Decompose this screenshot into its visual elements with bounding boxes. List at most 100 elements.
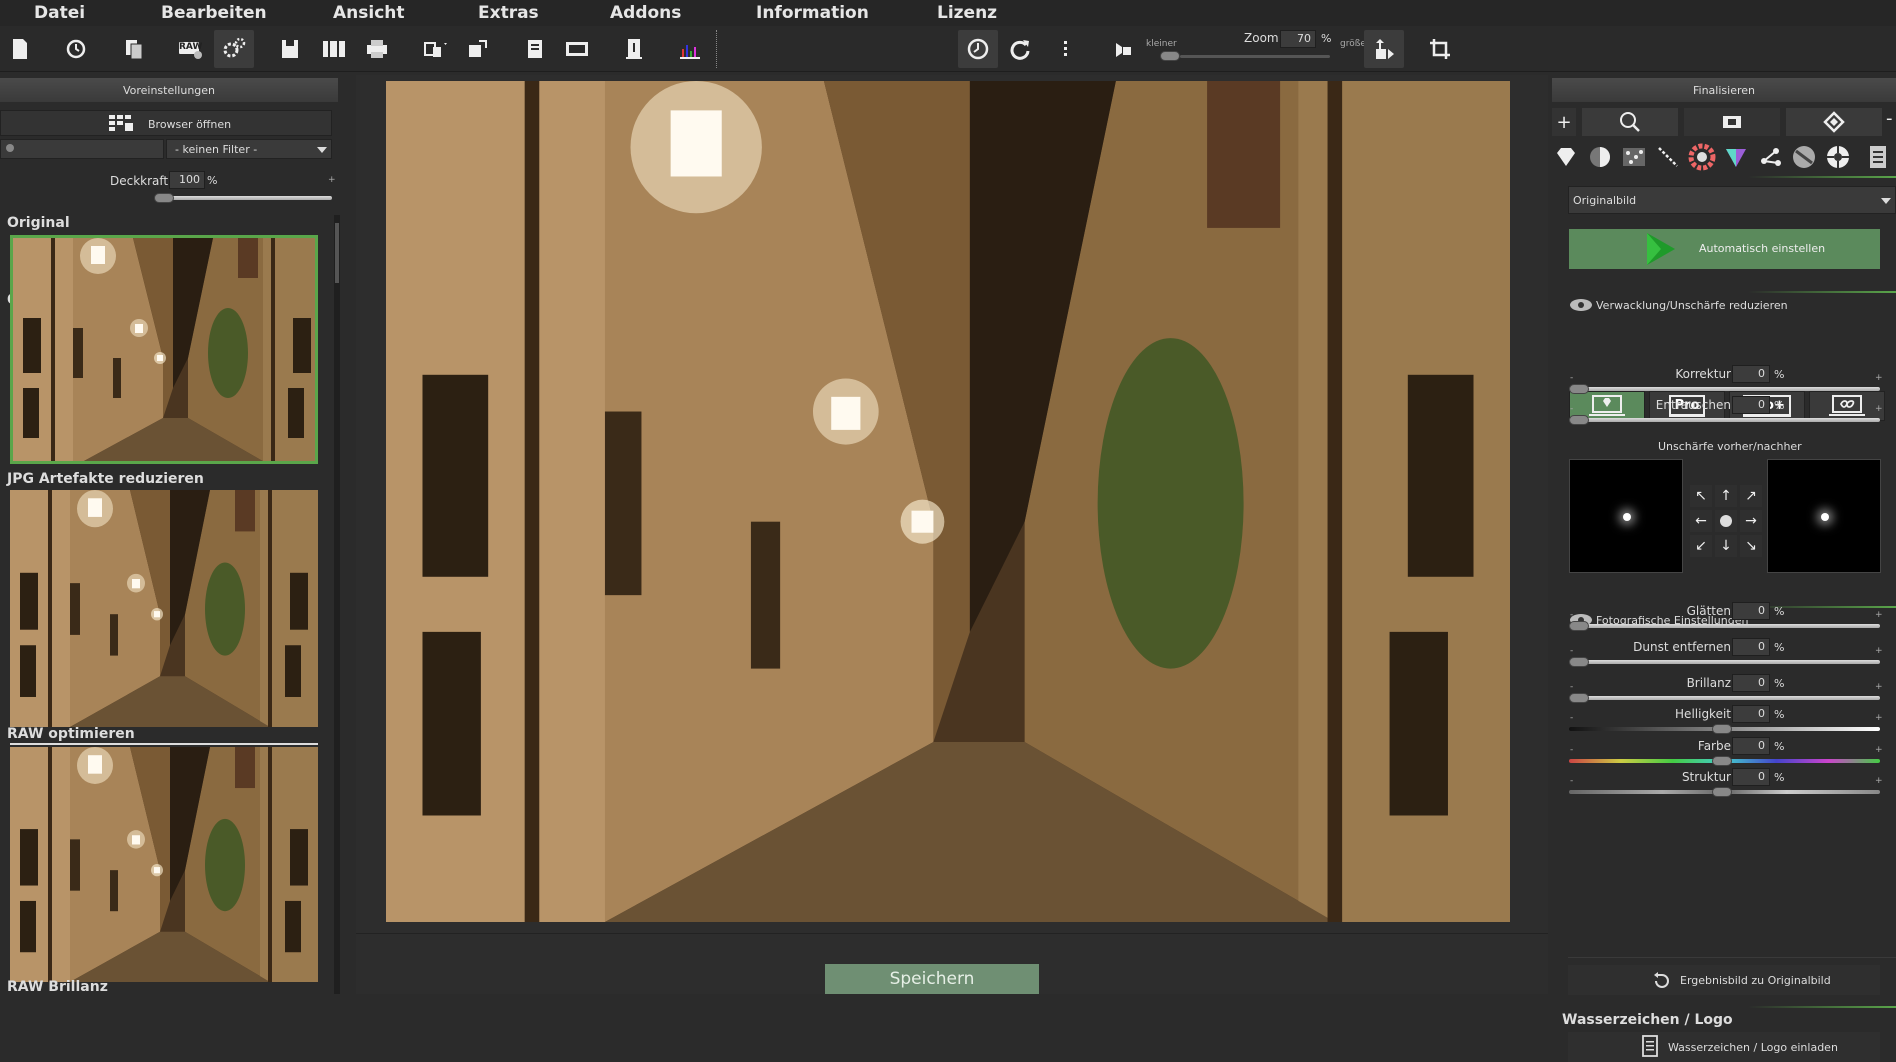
result-to-original-button[interactable]: Ergebnisbild zu Originalbild	[1568, 965, 1880, 995]
preset-thumb-jpg[interactable]	[10, 490, 318, 727]
wand-icon[interactable]	[1654, 143, 1682, 171]
more-button[interactable]	[1046, 30, 1086, 68]
tab-finalize[interactable]	[1786, 108, 1882, 136]
color-wheel-icon[interactable]	[1688, 143, 1716, 171]
slider-track[interactable]	[1569, 660, 1880, 664]
document-icon[interactable]	[1864, 143, 1892, 171]
arrow-left-button[interactable]: ←	[1690, 510, 1712, 532]
slider-track[interactable]	[1569, 418, 1880, 422]
menu-datei[interactable]: Datei	[34, 3, 85, 23]
auto-history-button[interactable]	[958, 30, 998, 68]
slider-value-input[interactable]: 0	[1732, 638, 1770, 656]
menu-ansicht[interactable]: Ansicht	[333, 3, 405, 23]
lens-icon[interactable]	[1790, 143, 1818, 171]
aperture-icon[interactable]	[1824, 143, 1852, 171]
arrow-down-left-button[interactable]: ↙	[1690, 535, 1712, 557]
slider-value-input[interactable]: 0	[1732, 396, 1770, 414]
slider-track[interactable]	[1569, 696, 1880, 700]
load-watermark-button[interactable]: Wasserzeichen / Logo einladen	[1568, 1032, 1880, 1062]
nodes-icon[interactable]	[1756, 143, 1784, 171]
slider_photo-row: Helligkeit 0% - +	[1548, 705, 1896, 739]
settings-button[interactable]	[214, 30, 254, 68]
histogram-button[interactable]	[670, 30, 710, 68]
filter-icon-row	[1552, 143, 1896, 173]
slider-knob[interactable]	[1569, 657, 1589, 667]
arrow-right-button[interactable]: →	[1740, 510, 1762, 532]
copy-button[interactable]	[515, 30, 555, 68]
slider-knob[interactable]	[1712, 724, 1732, 734]
zoom-slider-knob[interactable]	[1160, 51, 1180, 61]
save-button-toolbar[interactable]	[270, 30, 310, 68]
main-image[interactable]	[386, 81, 1510, 922]
slider-knob[interactable]	[1569, 384, 1589, 394]
auto-adjust-button[interactable]: Automatisch einstellen	[1569, 229, 1880, 269]
arrow-up-button[interactable]: ↑	[1715, 485, 1737, 507]
history-button[interactable]	[56, 30, 96, 68]
zoom-value-input[interactable]: 70	[1280, 30, 1316, 48]
finalize-header: Finalisieren	[1552, 78, 1896, 102]
open-browser-button[interactable]: Browser öffnen	[0, 110, 332, 136]
export-button[interactable]	[458, 30, 498, 68]
slider-label: Korrektur	[1675, 367, 1731, 381]
slider-value-input[interactable]: 0	[1732, 365, 1770, 383]
tab-frame[interactable]	[1684, 108, 1780, 136]
menu-bearbeiten[interactable]: Bearbeiten	[161, 3, 267, 23]
slider-knob[interactable]	[1569, 415, 1589, 425]
remove-tab-button[interactable]: -	[1886, 108, 1896, 136]
slider-minus: -	[1570, 776, 1574, 786]
new-file-button[interactable]	[0, 30, 40, 68]
tab-zoom[interactable]	[1582, 108, 1678, 136]
raw-button[interactable]: RAW	[170, 30, 210, 68]
slider-value-input[interactable]: 0	[1732, 768, 1770, 786]
menu-extras[interactable]: Extras	[478, 3, 539, 23]
slider-value-input[interactable]: 0	[1732, 705, 1770, 723]
opacity-value-input[interactable]: 100	[169, 171, 205, 189]
zoom-out-icon	[1116, 43, 1131, 57]
crop-button[interactable]	[1420, 30, 1460, 68]
zoom-slider[interactable]	[1180, 55, 1330, 58]
preset-scrollbar[interactable]	[334, 215, 340, 994]
redo-icon	[1010, 40, 1030, 60]
print-button[interactable]	[357, 30, 397, 68]
slider-track[interactable]	[1569, 387, 1880, 391]
slider-value-input[interactable]: 0	[1732, 602, 1770, 620]
menu-addons[interactable]: Addons	[610, 3, 681, 23]
gem-icon[interactable]	[1552, 143, 1580, 171]
contrast-icon[interactable]	[1586, 143, 1614, 171]
add-tab-button[interactable]: +	[1552, 108, 1576, 136]
prism-icon[interactable]	[1722, 143, 1750, 171]
preset-label-raw-brillanz: RAW Brillanz	[7, 979, 108, 995]
save-as-button[interactable]	[314, 30, 354, 68]
arrow-up-right-button[interactable]: ↗	[1740, 485, 1762, 507]
preset-thumb-original[interactable]	[10, 235, 318, 464]
info-button[interactable]	[614, 30, 654, 68]
batch-button[interactable]	[114, 30, 154, 68]
slider-knob[interactable]	[1712, 756, 1732, 766]
slider-value-input[interactable]: 0	[1732, 737, 1770, 755]
slider-knob[interactable]	[1569, 693, 1589, 703]
compare-button[interactable]	[414, 30, 454, 68]
preset-thumb-raw[interactable]	[10, 747, 318, 982]
arrow-down-right-button[interactable]: ↘	[1740, 535, 1762, 557]
arrow-up-left-button[interactable]: ↖	[1690, 485, 1712, 507]
opacity-slider[interactable]	[160, 196, 332, 200]
redo-button[interactable]	[1000, 30, 1040, 68]
filter-select[interactable]: - keinen Filter -	[166, 139, 332, 159]
slider-track[interactable]	[1569, 624, 1880, 628]
slider-knob[interactable]	[1712, 787, 1732, 797]
arrow-down-button[interactable]: ↓	[1715, 535, 1737, 557]
filter-search-input[interactable]	[0, 139, 164, 159]
menu-information[interactable]: Information	[756, 3, 869, 23]
zoom-out-button[interactable]	[1104, 30, 1144, 68]
noise-icon[interactable]	[1620, 143, 1648, 171]
zoom-in-button[interactable]	[1364, 30, 1404, 68]
save-button[interactable]: Speichern	[825, 964, 1039, 994]
frame-button[interactable]	[557, 30, 597, 68]
toggle-eye-icon[interactable]	[1568, 297, 1594, 313]
menu-lizenz[interactable]: Lizenz	[937, 3, 997, 23]
slider-value-input[interactable]: 0	[1732, 674, 1770, 692]
preset-dropdown[interactable]: Originalbild	[1568, 186, 1896, 214]
center-button[interactable]	[1715, 510, 1737, 532]
slider-knob[interactable]	[1569, 621, 1589, 631]
opacity-slider-knob[interactable]	[154, 193, 174, 203]
